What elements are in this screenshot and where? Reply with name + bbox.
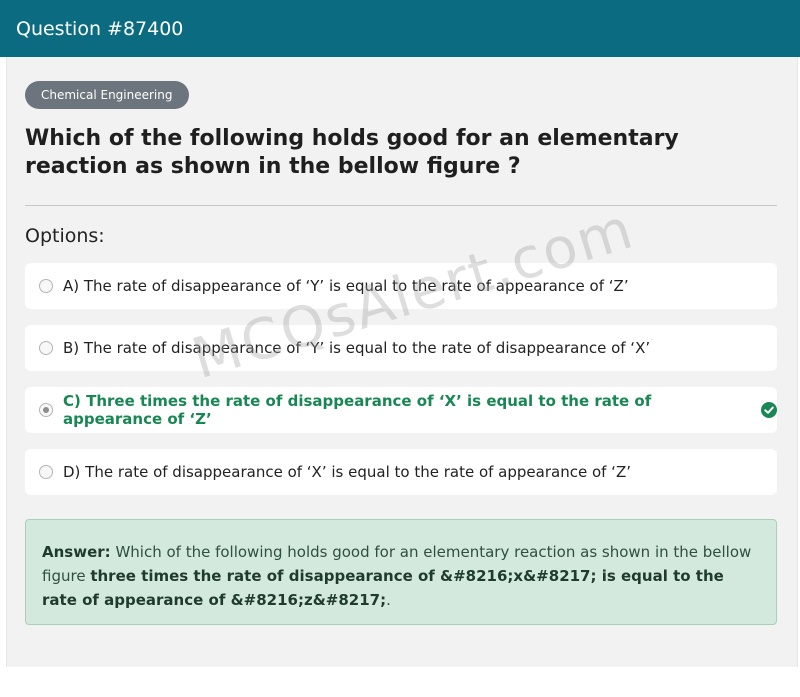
- radio-button[interactable]: [39, 341, 53, 355]
- option-c[interactable]: C) Three times the rate of disappearance…: [25, 387, 777, 433]
- question-card: Chemical Engineering Which of the follow…: [6, 57, 798, 667]
- question-text: Which of the following holds good for an…: [25, 126, 679, 179]
- option-label: D) The rate of disappearance of ‘X’ is e…: [63, 463, 631, 481]
- page-header: Question #87400: [0, 0, 800, 57]
- radio-button-checked[interactable]: [39, 403, 53, 417]
- divider: [25, 205, 777, 206]
- check-circle-icon: [761, 402, 777, 418]
- answer-prefix: Answer:: [42, 543, 111, 561]
- option-a[interactable]: A) The rate of disappearance of ‘Y’ is e…: [25, 263, 777, 309]
- category-badge[interactable]: Chemical Engineering: [25, 81, 189, 109]
- option-d[interactable]: D) The rate of disappearance of ‘X’ is e…: [25, 449, 777, 495]
- radio-button[interactable]: [39, 279, 53, 293]
- option-label: C) Three times the rate of disappearance…: [63, 392, 652, 428]
- answer-bold-text: three times the rate of disappearance of…: [42, 567, 724, 609]
- radio-button[interactable]: [39, 465, 53, 479]
- options-heading: Options:: [25, 225, 105, 247]
- question-number-title: Question #87400: [16, 17, 184, 40]
- option-b[interactable]: B) The rate of disappearance of ‘Y’ is e…: [25, 325, 777, 371]
- option-label: A) The rate of disappearance of ‘Y’ is e…: [63, 277, 629, 295]
- answer-box: Answer: Which of the following holds goo…: [25, 519, 777, 625]
- answer-suffix: .: [386, 591, 391, 609]
- option-label: B) The rate of disappearance of ‘Y’ is e…: [63, 339, 651, 357]
